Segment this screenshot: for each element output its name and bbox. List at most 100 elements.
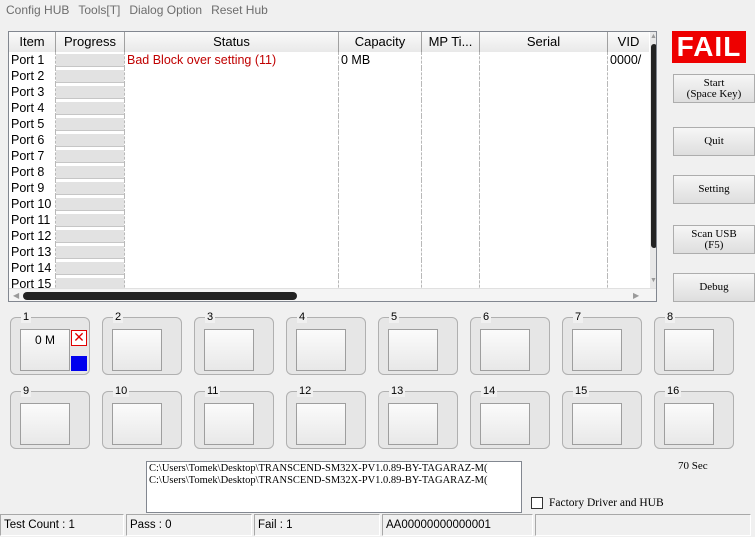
table-row[interactable]: Port 10 (9, 196, 649, 212)
cell-mp-time (422, 68, 480, 84)
cell-item: Port 9 (9, 180, 56, 196)
cell-item: Port 12 (9, 228, 56, 244)
log-box[interactable]: C:\Users\Tomek\Desktop\TRANSCEND-SM32X-P… (146, 461, 522, 513)
col-header-item[interactable]: Item (9, 32, 56, 52)
table-row[interactable]: Port 15 (9, 276, 649, 288)
start-button[interactable]: Start (Space Key) (673, 74, 755, 103)
slot-button[interactable] (572, 329, 622, 371)
slot-button[interactable] (664, 403, 714, 445)
cell-item: Port 10 (9, 196, 56, 212)
table-row[interactable]: Port 1 Bad Block over setting (11) 0 MB 000… (9, 52, 649, 68)
menu-tools[interactable]: Tools[T] (76, 0, 127, 20)
col-header-vid[interactable]: VID (608, 32, 649, 52)
progress-bar (56, 165, 124, 179)
table-row[interactable]: Port 2 (9, 68, 649, 84)
slot-button[interactable] (112, 329, 162, 371)
cell-mp-time (422, 132, 480, 148)
status-fail: Fail : 1 (254, 514, 380, 536)
slot-button[interactable] (388, 403, 438, 445)
quit-button[interactable]: Quit (673, 127, 755, 156)
cell-item: Port 5 (9, 116, 56, 132)
horizontal-scroll-thumb[interactable] (23, 292, 297, 300)
cell-status (125, 132, 339, 148)
progress-bar (56, 245, 124, 259)
cell-progress (56, 164, 125, 180)
cell-mp-time (422, 244, 480, 260)
table-row[interactable]: Port 7 (9, 148, 649, 164)
debug-button[interactable]: Debug (673, 273, 755, 302)
factory-driver-option[interactable]: Factory Driver and HUB (531, 497, 664, 509)
log-line: C:\Users\Tomek\Desktop\TRANSCEND-SM32X-P… (149, 475, 488, 486)
scroll-right-icon[interactable]: ▶ (633, 289, 639, 301)
cell-status: Bad Block over setting (11) (125, 52, 339, 68)
port-slot: 2 (102, 311, 182, 375)
vertical-scroll-thumb[interactable] (651, 44, 656, 248)
slot-button[interactable] (664, 329, 714, 371)
cell-vid (608, 84, 649, 100)
slot-button[interactable] (296, 403, 346, 445)
cell-vid (608, 276, 649, 288)
slot-button[interactable] (572, 403, 622, 445)
menu-reset-hub[interactable]: Reset Hub (209, 0, 275, 20)
status-square-icon (71, 356, 87, 371)
cell-vid (608, 244, 649, 260)
slot-number: 10 (113, 385, 130, 397)
cell-status (125, 244, 339, 260)
cell-vid (608, 196, 649, 212)
slot-number: 1 (21, 311, 32, 323)
table-row[interactable]: Port 14 (9, 260, 649, 276)
cell-serial (480, 68, 608, 84)
slot-number: 16 (665, 385, 682, 397)
table-row[interactable]: Port 4 (9, 100, 649, 116)
col-header-capacity[interactable]: Capacity (339, 32, 422, 52)
cell-progress (56, 228, 125, 244)
slot-number: 4 (297, 311, 308, 323)
vertical-scrollbar[interactable]: ▲ ▼ (650, 32, 656, 288)
slot-button[interactable] (296, 329, 346, 371)
col-header-status[interactable]: Status (125, 32, 339, 52)
slot-button[interactable] (112, 403, 162, 445)
setting-button[interactable]: Setting (673, 175, 755, 204)
factory-driver-label: Factory Driver and HUB (549, 497, 664, 509)
table-row[interactable]: Port 11 (9, 212, 649, 228)
port-slot: 6 (470, 311, 550, 375)
port-slot: 3 (194, 311, 274, 375)
slot-button[interactable] (480, 403, 530, 445)
slot-button[interactable] (480, 329, 530, 371)
factory-driver-checkbox[interactable] (531, 497, 543, 509)
menu-config-hub[interactable]: Config HUB (4, 0, 76, 20)
table-row[interactable]: Port 5 (9, 116, 649, 132)
col-header-progress[interactable]: Progress (56, 32, 125, 52)
slot-button[interactable] (204, 403, 254, 445)
cell-serial (480, 148, 608, 164)
horizontal-scrollbar[interactable]: ◀ ▶ (9, 288, 656, 301)
slot-button[interactable] (20, 403, 70, 445)
scroll-down-icon[interactable]: ▼ (650, 276, 656, 286)
status-test-count: Test Count : 1 (0, 514, 124, 536)
table-row[interactable]: Port 12 (9, 228, 649, 244)
cell-capacity: 0 MB (339, 52, 422, 68)
progress-bar (56, 197, 124, 211)
cell-capacity (339, 260, 422, 276)
slot-button[interactable] (204, 329, 254, 371)
table-row[interactable]: Port 9 (9, 180, 649, 196)
menu-dialog-option[interactable]: Dialog Option (127, 0, 209, 20)
col-header-mp-time[interactable]: MP Ti... (422, 32, 480, 52)
slot-button[interactable] (388, 329, 438, 371)
table-row[interactable]: Port 6 (9, 132, 649, 148)
table-row[interactable]: Port 3 (9, 84, 649, 100)
cell-mp-time (422, 228, 480, 244)
cell-mp-time (422, 276, 480, 288)
cell-status (125, 212, 339, 228)
cell-item: Port 2 (9, 68, 56, 84)
table-row[interactable]: Port 8 (9, 164, 649, 180)
scan-usb-button[interactable]: Scan USB (F5) (673, 225, 755, 254)
scroll-left-icon[interactable]: ◀ (13, 289, 19, 301)
scroll-up-icon[interactable]: ▲ (650, 32, 656, 42)
cell-item: Port 15 (9, 276, 56, 288)
port-slot: 14 (470, 385, 550, 449)
slot-button[interactable]: 0 M (20, 329, 70, 371)
col-header-serial[interactable]: Serial (480, 32, 608, 52)
table-row[interactable]: Port 13 (9, 244, 649, 260)
cell-capacity (339, 164, 422, 180)
